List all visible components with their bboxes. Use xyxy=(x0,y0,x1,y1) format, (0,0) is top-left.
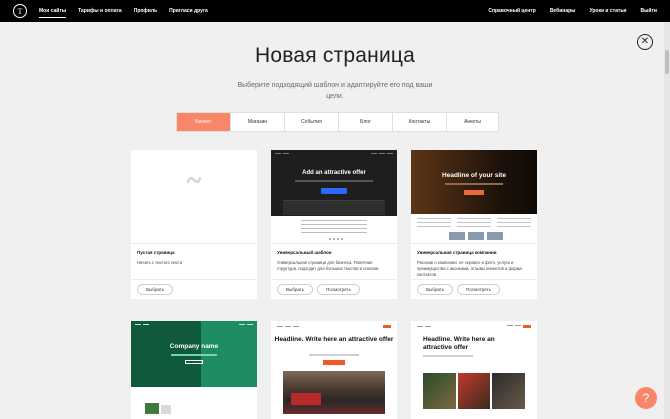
template-title: Универсальная страница компании xyxy=(417,250,497,255)
top-navigation: T Мои сайты Тарифы и оплата Профиль Приг… xyxy=(0,0,670,22)
thumbnail-headline: Headline of your site xyxy=(442,172,506,179)
thumbnail-headline: Headline. Write here an attractive offer xyxy=(274,336,394,343)
template-card-headline-left[interactable]: Headline. Write here an attractive offer xyxy=(411,321,537,419)
template-thumbnail[interactable]: ˜ xyxy=(131,150,257,243)
thumbnail-headline: Add an attractive offer xyxy=(302,170,366,176)
tab-contacts[interactable]: Контакты xyxy=(393,113,447,131)
nav-right: Справочный центр Вебинары Уроки и статьи… xyxy=(474,0,670,22)
template-thumbnail[interactable]: Headline of your site xyxy=(411,150,537,243)
select-button[interactable]: Выбрать xyxy=(277,284,314,295)
nav-left: Мои сайты Тарифы и оплата Профиль Пригла… xyxy=(39,0,220,22)
thumbnail-headline: Headline. Write here an attractive offer xyxy=(423,336,495,351)
nav-profile[interactable]: Профиль xyxy=(134,0,157,22)
template-card-universal[interactable]: Add an attractive offer Универсальный ша… xyxy=(271,150,397,299)
thumbnail-headline: Company name xyxy=(169,343,219,350)
tab-shop[interactable]: Магазин xyxy=(231,113,285,131)
tab-forms[interactable]: Анкеты xyxy=(447,113,498,131)
nav-lessons[interactable]: Уроки и статьи xyxy=(589,0,626,22)
nav-my-sites[interactable]: Мои сайты xyxy=(39,0,67,22)
preview-button[interactable]: Посмотреть xyxy=(457,284,500,295)
tab-events[interactable]: События xyxy=(285,113,339,131)
preview-button[interactable]: Посмотреть xyxy=(317,284,360,295)
template-thumbnail[interactable]: Add an attractive offer xyxy=(271,150,397,243)
template-card-blank[interactable]: ˜ Пустая страница Начать с чистого листа… xyxy=(131,150,257,299)
nav-tariffs[interactable]: Тарифы и оплата xyxy=(78,0,122,22)
help-icon[interactable]: ? xyxy=(635,387,657,409)
template-card-company[interactable]: Headline of your site Универсальная стра… xyxy=(411,150,537,299)
template-thumbnail[interactable]: Company name xyxy=(131,321,257,419)
nav-help-center[interactable]: Справочный центр xyxy=(488,0,535,22)
template-thumbnail[interactable]: Headline. Write here an attractive offer xyxy=(411,321,537,419)
tab-business[interactable]: Бизнес xyxy=(177,113,231,131)
template-card-green[interactable]: Company name xyxy=(131,321,257,419)
select-button[interactable]: Выбрать xyxy=(137,284,174,295)
nav-webinars[interactable]: Вебинары xyxy=(550,0,576,22)
scrollbar[interactable] xyxy=(664,22,670,419)
template-title: Пустая страница xyxy=(137,250,175,255)
tilda-logo-icon[interactable]: T xyxy=(13,4,27,18)
nav-logout[interactable]: Выйти xyxy=(641,0,657,22)
page-title: Новая страница xyxy=(255,44,415,67)
tilde-logo-icon: ˜ xyxy=(183,171,205,222)
template-title: Универсальный шаблон xyxy=(277,250,332,255)
template-card-headline[interactable]: Headline. Write here an attractive offer xyxy=(271,321,397,419)
template-thumbnail[interactable]: Headline. Write here an attractive offer xyxy=(271,321,397,419)
tab-blog[interactable]: Блог xyxy=(339,113,393,131)
select-button[interactable]: Выбрать xyxy=(417,284,454,295)
nav-invite-friend[interactable]: Пригласи друга xyxy=(169,0,208,22)
page-subtitle: Выберите подходящий шаблон и адаптируйте… xyxy=(237,82,433,100)
category-tabs: Бизнес Магазин События Блог Контакты Анк… xyxy=(176,112,499,132)
